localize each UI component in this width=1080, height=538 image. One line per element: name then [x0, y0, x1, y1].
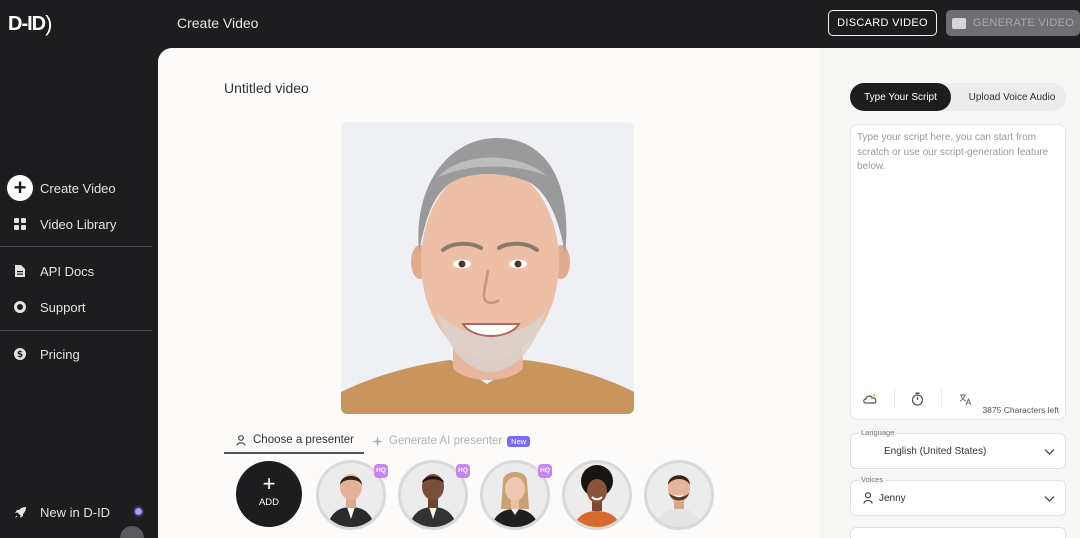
characters-left-counter: 3875 Characters left	[982, 405, 1059, 415]
language-select[interactable]: Language English (United States)	[850, 428, 1066, 469]
video-icon	[951, 17, 966, 29]
sidebar-item-label: Video Library	[40, 216, 117, 232]
main-panel: Untitled video Choose a presenter Genera…	[158, 48, 820, 538]
translate-icon	[959, 393, 972, 405]
presenter-portrait	[573, 465, 621, 527]
grid-icon	[7, 211, 33, 237]
new-badge: New	[507, 435, 531, 447]
script-input[interactable]	[857, 131, 1061, 381]
hq-badge: HQ	[538, 464, 552, 478]
tab-choose-presenter[interactable]: Choose a presenter	[224, 428, 364, 454]
sidebar-item-video-library[interactable]: Video Library	[0, 209, 152, 239]
script-editor: 3875 Characters left	[850, 124, 1066, 420]
dollar-icon: $	[7, 341, 33, 367]
chevron-down-icon	[1044, 496, 1055, 502]
sidebar-item-support[interactable]: Support	[0, 292, 152, 322]
sidebar-item-label: Pricing	[40, 346, 80, 362]
person-icon	[236, 434, 246, 446]
sidebar-divider	[0, 330, 152, 331]
tab-generate-ai-presenter[interactable]: Generate AI presenter New	[372, 428, 531, 454]
svg-text:$: $	[17, 350, 23, 360]
add-presenter-button[interactable]: + ADD	[236, 461, 302, 527]
voice-select[interactable]: Voices Jenny	[850, 475, 1066, 516]
presenter-portrait	[341, 138, 634, 414]
hq-badge: HQ	[456, 464, 470, 478]
presenter-thumbnail[interactable]	[562, 460, 632, 530]
sparkle-icon	[372, 435, 383, 447]
presenter-list: + ADD HQ HQ HQ	[236, 460, 736, 530]
logo-bracket: )	[45, 11, 52, 36]
ai-sparkle-cloud-icon	[863, 393, 877, 404]
lifebuoy-icon	[7, 294, 33, 320]
video-title[interactable]: Untitled video	[224, 80, 309, 96]
sidebar-item-pricing[interactable]: $ Pricing	[0, 339, 152, 369]
ai-write-button[interactable]	[861, 389, 895, 409]
plus-icon: +	[262, 471, 276, 496]
sidebar-item-label: Create Video	[40, 180, 116, 196]
generate-video-label: GENERATE VIDEO	[972, 17, 1075, 29]
script-tools	[861, 389, 989, 409]
notification-dot	[135, 508, 142, 515]
avatar[interactable]	[120, 526, 144, 538]
presenter-preview	[341, 122, 634, 414]
hq-badge: HQ	[374, 464, 388, 478]
presenter-tabs: Choose a presenter Generate AI presenter…	[224, 428, 564, 456]
sidebar-item-label: Support	[40, 299, 86, 315]
script-mode-toggle: Type Your Script Upload Voice Audio	[850, 83, 1066, 111]
tab-type-your-script[interactable]: Type Your Script	[850, 83, 951, 111]
sidebar-item-label: API Docs	[40, 263, 95, 279]
language-label: Language	[859, 428, 897, 437]
sidebar: + Create Video Video Library API Docs Su…	[0, 48, 158, 538]
person-icon	[863, 492, 873, 504]
sidebar-item-create-video[interactable]: + Create Video	[0, 173, 152, 203]
voice-value: Jenny	[879, 493, 906, 504]
presenter-thumbnail[interactable]	[644, 460, 714, 530]
document-icon	[7, 258, 33, 284]
logo-text: D-ID	[8, 13, 46, 35]
d-id-logo[interactable]: D-ID)	[8, 10, 52, 36]
presenter-portrait	[655, 475, 703, 527]
sidebar-item-label: New in D-ID	[40, 504, 111, 520]
page-title: Create Video	[177, 15, 259, 31]
voice-label: Voices	[859, 475, 886, 484]
pause-timer-button[interactable]	[908, 389, 942, 409]
tab-upload-voice-audio[interactable]: Upload Voice Audio	[958, 83, 1066, 111]
tab-label: Generate AI presenter	[389, 435, 503, 447]
discard-video-button[interactable]: DISCARD VIDEO	[828, 10, 937, 36]
language-value: English (United States)	[884, 446, 987, 457]
sidebar-item-new-in-d-id[interactable]: New in D-ID	[0, 497, 152, 527]
add-label: ADD	[258, 497, 280, 508]
rocket-icon	[7, 499, 33, 525]
tab-label: Choose a presenter	[253, 434, 355, 446]
script-panel: Type Your Script Upload Voice Audio 3875…	[820, 48, 1080, 538]
chevron-down-icon	[1044, 449, 1055, 455]
stopwatch-icon	[911, 392, 924, 406]
additional-settings-field[interactable]	[850, 527, 1066, 538]
plus-circle-icon: +	[7, 175, 33, 201]
sidebar-item-api-docs[interactable]: API Docs	[0, 256, 152, 286]
generate-video-button[interactable]: GENERATE VIDEO	[946, 10, 1080, 36]
top-bar: D-ID) Create Video DISCARD VIDEO GENERAT…	[0, 0, 1080, 48]
sidebar-divider	[0, 246, 152, 247]
